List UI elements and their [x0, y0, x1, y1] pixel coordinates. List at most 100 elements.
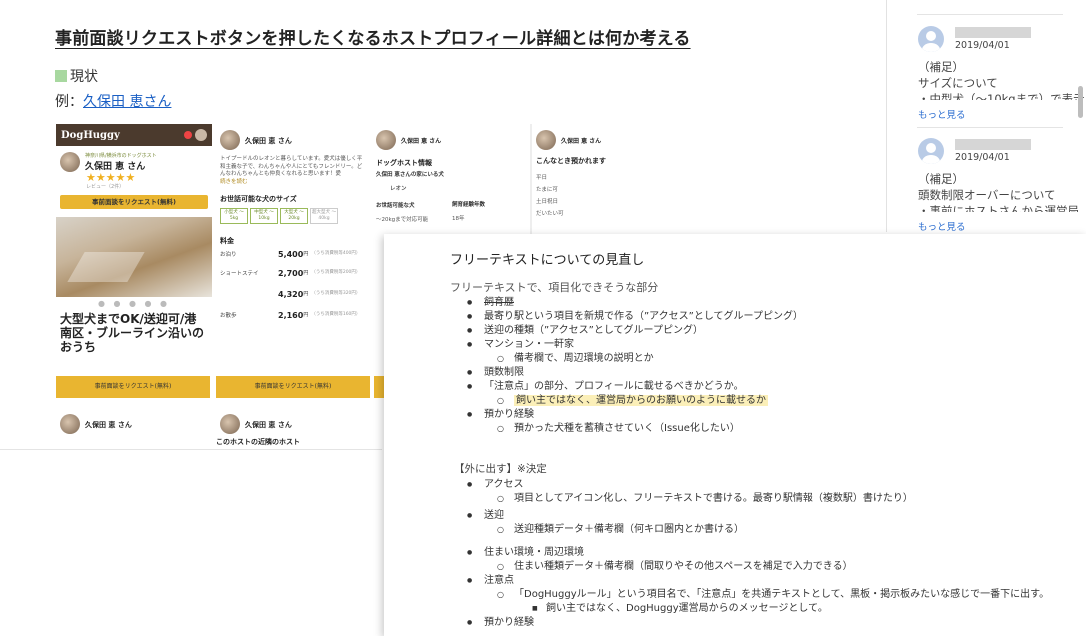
list-item: 「注意点」の部分、プロフィールに載せるべきかどうか。 — [467, 380, 803, 394]
profile-mock-right: 久保田 恵 さん ドッグホスト情報 久保田 恵さんの家にいる犬 レオン お世話可… — [372, 124, 532, 242]
size-value: 〜20kgまで対応可能 — [376, 216, 429, 223]
list-item: 「DogHuggyルール」という項目名で、「注意点」を共通テキストとして、黒板・… — [497, 588, 1049, 602]
comment-line: ・中型犬（〜10kgまで）で表示 — [918, 92, 1085, 100]
user-avatar-icon[interactable] — [195, 129, 207, 141]
size-label: お世話可能な犬 — [376, 203, 415, 209]
carousel-dots[interactable]: ● ● ● ● ● — [56, 299, 212, 308]
host-card: 久保田 恵 さん — [56, 408, 210, 448]
nearby-hosts-title: このホストの近隣のホスト — [216, 438, 300, 446]
comments-panel: 2019/04/01 （補足） サイズについて ・中型犬（〜10kgまで）で表示… — [886, 0, 1086, 233]
host-catchphrase: 大型犬までOK/送迎可/港南区・ブルーライン沿いのおうち — [60, 312, 205, 354]
host-avatar — [376, 130, 396, 150]
list-item: 預かった犬種を蓄積させていく（Issue化したい） — [497, 422, 803, 436]
host-name: 久保田 恵 さん — [401, 138, 442, 145]
comment-line: （補足） — [918, 60, 964, 74]
host-name: 久保田 恵 さん — [85, 421, 132, 429]
rating-stars: ★★★★★ — [86, 171, 136, 184]
host-avatar — [220, 414, 240, 434]
price-row: 4,320 円 （うち消費税等320円） — [278, 290, 361, 299]
host-name: 久保田 恵 さん — [245, 137, 292, 145]
list-item: 送迎の種類（”アクセス”としてグループピング） — [467, 324, 803, 338]
price-row: お散歩 2,160 円 （うち消費税等160円） — [220, 311, 361, 320]
list-item: アクセス — [467, 478, 913, 492]
request-button-edge — [374, 376, 384, 398]
green-square-icon — [55, 70, 67, 82]
host-name: 久保田 恵 さん — [561, 138, 602, 145]
profile-mock-middle: 久保田 恵 さん トイプードルのレオンと暮らしています。愛犬は優しく平和主義な子… — [216, 124, 370, 402]
comment-more-link[interactable]: もっと見る — [918, 219, 966, 233]
size-chip-large: 大型犬 〜20kg — [280, 208, 308, 224]
status-heading: 現状 — [55, 66, 98, 86]
accept-title: こんなとき預かれます — [536, 157, 606, 165]
host-avatar — [220, 130, 240, 150]
comment-line: サイズについて — [918, 76, 998, 90]
years-label: 飼育経験年数 — [452, 202, 486, 208]
dog-host-info-title: ドッグホスト情報 — [376, 159, 432, 167]
host-bio: トイプードルのレオンと暮らしています。愛犬は優しく平和主義な子で、わんちゃんや人… — [220, 156, 363, 177]
memo-overlay: フリーテキストについての見直し フリーテキストで、項目化できそうな部分 飼育歴 … — [384, 234, 1086, 636]
host-avatar — [60, 152, 80, 172]
memo-list-decided-2: 住まい環境・周辺環境 住まい種類データ＋備考欄（間取りやその他スペースを補足で入… — [467, 546, 1049, 630]
memo-title: フリーテキストについての見直し — [450, 253, 645, 268]
host-summary: 神奈川県/横浜市のドッグホスト 久保田 恵 さん — [56, 146, 212, 172]
dog-name: レオン — [390, 185, 407, 192]
comment-date: 2019/04/01 — [955, 40, 1010, 51]
memo-list-decided: アクセス 項目としてアイコン化し、フリーテキストで書ける。最寄り駅情報（複数駅）… — [467, 478, 913, 537]
accept-list: 平日 たまに可 土日祝日 だいたい可 — [536, 175, 564, 217]
list-item-highlighted: 飼い主ではなく、運営局からのお願いのように載せるか — [497, 394, 803, 408]
host-room-photo — [56, 217, 212, 297]
size-chip-medium: 中型犬 〜10kg — [250, 208, 278, 224]
list-item: 住まい種類データ＋備考欄（間取りやその他スペースを補足で入力できる） — [497, 560, 1049, 574]
price-title: 料金 — [220, 237, 234, 245]
years-value: 18年 — [452, 215, 465, 222]
comment-line: ・事前にホストさんから運営局 — [918, 204, 1079, 212]
memo-subtitle: フリーテキストで、項目化できそうな部分 — [450, 281, 659, 294]
comment-avatar-icon — [918, 138, 944, 164]
list-item: 項目としてアイコン化し、フリーテキストで書ける。最寄り駅情報（複数駅）書けたり） — [497, 492, 913, 506]
host-avatar — [536, 130, 556, 150]
comment-more-link[interactable]: もっと見る — [918, 107, 966, 121]
review-count[interactable]: レビュー（2件） — [56, 183, 212, 190]
profile-mock-availability: 久保田 恵 さん こんなとき預かれます 平日 たまに可 土日祝日 だいたい可 — [534, 124, 654, 234]
mock-header: DogHuggy — [56, 124, 212, 146]
list-item: 飼育歴 — [467, 296, 803, 310]
host-name: 久保田 恵 さん — [245, 421, 292, 429]
list-item: 飼い主ではなく、DogHuggy運営局からのメッセージとして。 — [532, 602, 1049, 616]
size-chips: 小型犬 〜5kg 中型犬 〜10kg 大型犬 〜20kg 超大型犬 〜40kg — [220, 208, 366, 224]
list-item: 住まい環境・周辺環境 — [467, 546, 1049, 560]
host-avatar — [60, 414, 80, 434]
price-row: お泊り 5,400 円 （うち消費税等400円） — [220, 250, 361, 259]
list-item: 注意点 — [467, 574, 1049, 588]
list-item: 最寄り駅という項目を新規で作る（”アクセス”としてグループピング） — [467, 310, 803, 324]
request-interview-button-bottom[interactable]: 事前面談をリクエスト(無料) — [216, 376, 370, 398]
price-row: ショートステイ 2,700 円 （うち消費税等200円） — [220, 269, 361, 278]
decision-heading: 【外に出す】※決定 — [454, 463, 547, 475]
size-chip-xlarge: 超大型犬 〜40kg — [310, 208, 338, 224]
status-heading-label: 現状 — [70, 69, 98, 85]
document-title: 事前面談リクエストボタンを押したくなるホストプロフィール詳細とは何か考える — [55, 29, 691, 49]
dog-at-home-label: 久保田 恵さんの家にいる犬 — [376, 172, 444, 178]
read-more-link[interactable]: 続きを読む — [220, 179, 366, 187]
memo-list-free-text: 飼育歴 最寄り駅という項目を新規で作る（”アクセス”としてグループピング） 送迎… — [467, 296, 803, 436]
list-item: 預かり経験 — [467, 616, 1049, 630]
comment-line: 頭数制限オーバーについて — [918, 188, 1056, 202]
size-chip-small: 小型犬 〜5kg — [220, 208, 248, 224]
doghuggy-logo: DogHuggy — [61, 129, 120, 141]
list-item: 預かり経験 — [467, 408, 803, 422]
host-location: 神奈川県/横浜市のドッグホスト — [85, 153, 157, 159]
sizes-title: お世話可能な犬のサイズ — [220, 195, 297, 203]
list-item: 送迎種類データ＋備考欄（何キロ圏内とか書ける） — [497, 523, 913, 537]
comments-scrollbar[interactable] — [1078, 86, 1083, 118]
notification-icon[interactable] — [184, 131, 192, 139]
example-prefix: 例： — [55, 94, 83, 110]
comment-author — [955, 139, 1031, 150]
comment-line: （補足） — [918, 172, 964, 186]
example-line: 例：久保田 恵さん — [55, 91, 171, 111]
list-item: 送迎 — [467, 509, 913, 523]
request-interview-button[interactable]: 事前面談をリクエスト(無料) — [60, 195, 208, 209]
request-interview-button-bottom[interactable]: 事前面談をリクエスト(無料) — [56, 376, 210, 398]
profile-mock-top: DogHuggy 神奈川県/横浜市のドッグホスト 久保田 恵 さん ★★★★★ … — [56, 124, 212, 402]
example-host-link[interactable]: 久保田 恵さん — [83, 94, 171, 110]
nearby-hosts-card: 久保田 恵 さん このホストの近隣のホスト — [216, 408, 370, 448]
comment-avatar-icon — [918, 26, 944, 52]
